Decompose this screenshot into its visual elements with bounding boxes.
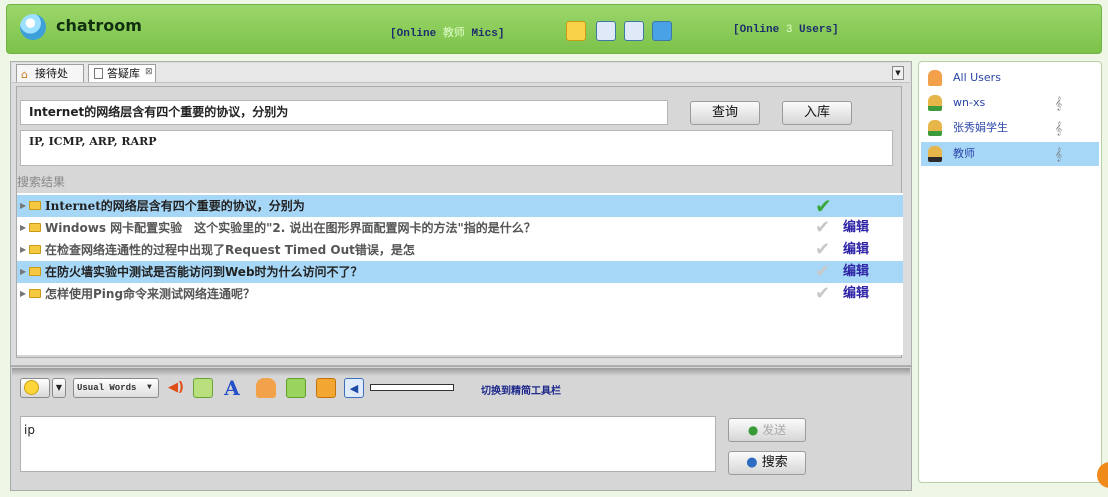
users-count: 3 [785, 24, 793, 36]
header-bar [6, 4, 1102, 54]
tab-close-icon[interactable]: ⊠ [145, 64, 153, 81]
usual-words-label: Usual Words [77, 383, 137, 393]
send-icon: ● [747, 423, 759, 437]
folder-icon [29, 267, 41, 276]
all-users-label: All Users [953, 71, 1001, 84]
compose-panel-edge [12, 368, 910, 376]
edit-icon[interactable] [566, 21, 586, 41]
mics-value: 教师 [442, 28, 465, 40]
emoji-dropdown-button[interactable]: ▼ [52, 378, 66, 398]
result-text: 在检查网络连通性的过程中出现了Request Timed Out错误，是怎 [45, 243, 415, 257]
expand-arrow-icon[interactable]: ▶ [20, 239, 26, 261]
result-row[interactable]: ▶ 怎样使用Ping命令来测试网络连通呢？ ✔ 编辑 [17, 283, 903, 305]
edit-icon[interactable] [193, 378, 213, 398]
tab-reception-label: 接待处 [35, 67, 68, 80]
user-avatar-icon [928, 95, 942, 111]
font-icon[interactable]: A [222, 378, 242, 398]
expand-arrow-icon[interactable]: ▶ [20, 217, 26, 239]
save-to-library-button[interactable]: 入库 [782, 101, 852, 125]
mics-suffix: Mics] [471, 28, 505, 40]
users-prefix: [Online [733, 24, 780, 36]
answer-field[interactable]: IP, ICMP, ARP, RARP [20, 130, 893, 166]
image-icon[interactable] [286, 378, 306, 398]
folder-icon [29, 201, 41, 210]
expand-arrow-icon[interactable]: ▶ [20, 195, 26, 217]
emoji-button[interactable] [20, 378, 50, 398]
query-button[interactable]: 查询 [690, 101, 760, 125]
expand-arrow-icon[interactable]: ▶ [20, 283, 26, 305]
users-suffix: Users] [799, 24, 839, 36]
volume-icon[interactable]: ◀ [344, 378, 364, 398]
edit-link[interactable]: 编辑 [843, 217, 869, 239]
results-label: 搜索结果 [17, 175, 66, 189]
app-title: chatroom [56, 16, 142, 35]
folder-icon [29, 223, 41, 232]
send-button[interactable]: ● 发送 [728, 418, 806, 442]
user-item-wn-xs[interactable]: wn-xs 𝄞 [921, 91, 1099, 115]
check-icon[interactable]: ✔ [815, 261, 830, 283]
user-icon[interactable] [256, 378, 276, 398]
check-icon[interactable]: ✔ [815, 283, 830, 305]
document-icon [94, 68, 103, 79]
microphone-icon: 𝄞 [1055, 96, 1063, 110]
result-row[interactable]: ▶ 在检查网络连通性的过程中出现了Request Timed Out错误，是怎 … [17, 239, 903, 261]
message-input[interactable]: ip [20, 416, 716, 472]
chat-bubble-icon[interactable] [652, 21, 672, 41]
search-icon: ● [746, 455, 758, 470]
group-icon [928, 70, 942, 86]
user-item-student[interactable]: 张秀娟学生 𝄞 [921, 116, 1099, 140]
home-icon: ⌂ [21, 68, 28, 81]
online-mics-status: [Online 教师 Mics] [390, 24, 504, 40]
tab-reception[interactable]: ⌂ 接待处 [16, 64, 84, 82]
send-label: 发送 [762, 423, 787, 437]
calendar-icon[interactable] [624, 21, 644, 41]
online-users-status: [Online 3 Users] [733, 24, 839, 36]
tab-qa-library[interactable]: 答疑库 ⊠ [88, 64, 156, 82]
user-name: wn-xs [953, 96, 986, 109]
result-row[interactable]: ▶ 在防火墙实验中测试是否能访问到Web时为什么访问不了？ ✔ 编辑 [17, 261, 903, 283]
user-item-teacher[interactable]: 教师 𝄞 [921, 142, 1099, 166]
result-text: 怎样使用Ping命令来测试网络连通呢？ [45, 287, 256, 301]
mics-prefix: [Online [390, 28, 437, 40]
check-icon[interactable]: ✔ [815, 217, 830, 239]
edit-link[interactable]: 编辑 [843, 239, 869, 261]
volume-slider[interactable] [370, 384, 454, 391]
smiley-icon [24, 380, 39, 395]
edit-link[interactable]: 编辑 [843, 283, 869, 305]
search-label: 搜索 [761, 455, 788, 470]
microphone-icon: 𝄞 [1055, 147, 1063, 161]
tab-qa-library-label: 答疑库 [107, 67, 140, 80]
result-text: 在防火墙实验中测试是否能访问到Web时为什么访问不了？ [45, 265, 363, 279]
folder-icon [29, 289, 41, 298]
user-name: 张秀娟学生 [953, 121, 1008, 134]
result-text: Internet的网络层含有四个重要的协议，分别为 [45, 199, 305, 213]
expand-arrow-icon[interactable]: ▶ [20, 261, 26, 283]
edit-link[interactable]: 编辑 [843, 261, 869, 283]
usual-words-select[interactable]: Usual Words ▼ [73, 378, 159, 398]
tab-dropdown-button[interactable]: ▼ [892, 66, 904, 80]
trash-icon[interactable] [596, 21, 616, 41]
folder-icon [29, 245, 41, 254]
chatroom-logo-icon [20, 14, 46, 40]
result-text: Windows 网卡配置实验 这个实验里的"2. 说出在图形界面配置网卡的方法"… [45, 221, 536, 235]
speaker-icon[interactable]: ◀) [166, 378, 186, 398]
question-input[interactable]: Internet的网络层含有四个重要的协议，分别为 [20, 100, 668, 125]
user-avatar-icon [928, 120, 942, 136]
user-name: 教师 [953, 147, 975, 160]
result-row[interactable]: ▶ Internet的网络层含有四个重要的协议，分别为 ✔ [17, 195, 903, 217]
download-icon[interactable] [316, 378, 336, 398]
chevron-down-icon: ▼ [147, 383, 152, 392]
all-users-item[interactable]: All Users [921, 66, 1099, 90]
search-button[interactable]: ● 搜索 [728, 451, 806, 475]
result-row[interactable]: ▶ Windows 网卡配置实验 这个实验里的"2. 说出在图形界面配置网卡的方… [17, 217, 903, 239]
switch-toolbar-link[interactable]: 切换到精简工具栏 [481, 382, 561, 397]
microphone-icon: 𝄞 [1055, 121, 1063, 135]
check-icon[interactable]: ✔ [815, 239, 830, 261]
check-icon[interactable]: ✔ [815, 195, 832, 217]
teacher-avatar-icon [928, 146, 942, 162]
